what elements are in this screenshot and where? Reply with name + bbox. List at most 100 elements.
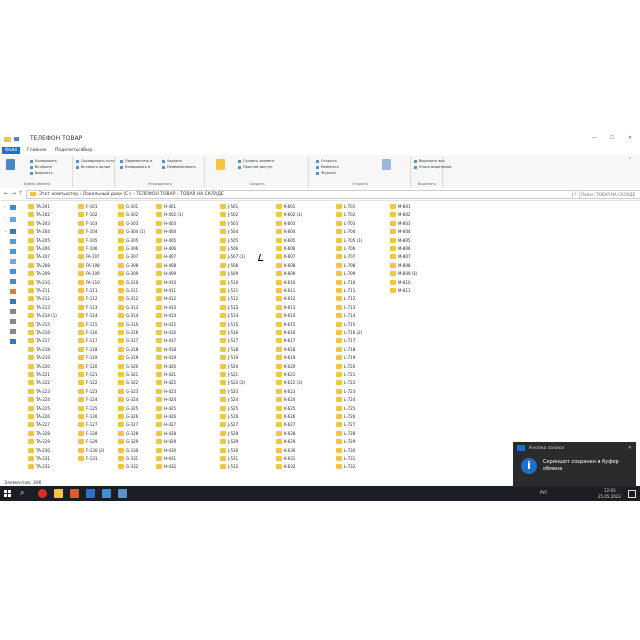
folder-item[interactable]: M-805 [390,237,411,244]
folder-item[interactable]: F-116 [78,329,97,336]
tray-time[interactable]: 12:03 [604,488,616,493]
folder-item[interactable]: TA-212 [28,295,50,302]
folder-item[interactable]: G-314 [118,312,138,319]
ribbon-easy-access[interactable]: Простой доступ [238,165,272,170]
toast-notification[interactable]: Кнопка записи ✕ i Скриншот сохранен в бу… [513,442,636,487]
folder-item[interactable]: M-810 [390,279,411,286]
folder-item[interactable]: J-532 [220,463,238,470]
folder-item[interactable]: TA-201 [28,203,50,210]
search-icon[interactable]: ⌕ [20,488,24,498]
folder-item[interactable]: L-726 [336,413,355,420]
quick-access-expand-icon[interactable]: › [4,204,6,209]
folder-item[interactable]: J-512 [220,295,238,302]
back-arrow-icon[interactable]: ← [4,190,9,197]
folder-item[interactable]: L-719 [336,354,355,361]
folder-item[interactable]: J-507 (1) [220,253,245,260]
folder-item[interactable]: G-308 [118,262,138,269]
folder-item[interactable]: K-604 [276,228,295,235]
folder-item[interactable]: F-129 [78,438,97,445]
folder-item[interactable]: TA-219 [28,354,50,361]
folder-item[interactable]: FA-108 [78,262,100,269]
folder-item[interactable]: TA-218 [28,346,50,353]
folder-item[interactable]: J-501 [220,203,238,210]
folder-item[interactable]: L-722 [336,379,355,386]
folder-item[interactable]: G-323 [118,388,138,395]
ribbon-collapse-icon[interactable]: ⌃ [628,157,632,163]
folder-item[interactable]: H-431 [156,455,176,462]
folder-item[interactable]: L-725 [336,405,355,412]
folder-item[interactable]: K-621 [276,371,295,378]
folder-item[interactable]: H-419 [156,354,176,361]
drive-e-icon[interactable] [10,329,16,334]
folder-item[interactable]: TA-203 [28,220,50,227]
folder-item[interactable]: K-615 [276,321,295,328]
folder-item[interactable]: K-631 [276,455,295,462]
video-icon[interactable] [10,249,16,254]
folder-item[interactable]: L-721 [336,371,355,378]
folder-item[interactable]: TA-205 [28,237,50,244]
folder-item[interactable]: M-808 [390,262,411,269]
folder-item[interactable]: J-511 [220,287,238,294]
folder-item[interactable]: L-703 [336,220,355,227]
new-folder-icon[interactable] [216,159,225,170]
address-input[interactable]: Этот компьютер › Локальный диск (C:) › Т… [26,190,580,199]
folder-item[interactable]: K-614 [276,312,295,319]
folder-item[interactable]: K-625 [276,405,295,412]
folder-item[interactable]: J-529 [220,438,238,445]
chrome-icon[interactable] [38,489,47,498]
folder-item[interactable]: H-410 [156,279,176,286]
pictures-icon[interactable] [10,279,16,284]
ribbon-history[interactable]: Журнал [316,171,336,176]
star-icon[interactable] [10,205,16,210]
folder-item[interactable]: G-302 [118,211,138,218]
folder-item[interactable]: G-316 [118,329,138,336]
folder-item[interactable]: H-421 [156,371,176,378]
folder-item[interactable]: L-709 [336,270,355,277]
folder-item[interactable]: F-130 (2) [78,447,104,454]
menu-view[interactable]: Вид [80,147,95,154]
folder-item[interactable]: J-524 [220,396,238,403]
folder-item[interactable]: H-429 [156,438,176,445]
documents-icon[interactable] [10,259,16,264]
properties-icon[interactable] [382,159,391,170]
folder-item[interactable]: G-324 [118,396,138,403]
folder-item[interactable]: G-320 [118,363,138,370]
folder-item[interactable]: K-605 [276,237,295,244]
folder-item[interactable]: K-609 [276,270,295,277]
folder-item[interactable]: H-432 [156,463,176,470]
folder-item[interactable]: J-522 (2) [220,379,245,386]
forward-arrow-icon[interactable]: → [11,190,16,197]
windows-start-icon[interactable] [4,490,11,497]
folder-item[interactable]: J-506 [220,245,238,252]
ribbon-paste[interactable]: Вставить [30,165,52,170]
folder-item[interactable]: G-315 [118,321,138,328]
ribbon-new-item[interactable]: Создать элемент [238,159,275,164]
folder-item[interactable]: F-111 [78,287,97,294]
folder-item[interactable]: F-113 [78,304,97,311]
folder-item[interactable]: K-613 [276,304,295,311]
folder-item[interactable]: K-607 [276,253,295,260]
ribbon-copy-to[interactable]: Копировать в [120,165,150,170]
folder-item[interactable]: M-811 [390,287,411,294]
ribbon-select-none[interactable]: Снять выделение [414,165,452,170]
folder-item[interactable]: G-312 [118,295,138,302]
folder-item[interactable]: F-125 [78,405,97,412]
folder-item[interactable]: J-502 [220,211,238,218]
folder-item[interactable]: J-513 [220,304,238,311]
ribbon-move-to[interactable]: Переместить в [120,159,152,164]
folder-item[interactable]: F-131 [78,455,97,462]
folder-item[interactable]: M-806 [390,245,411,252]
folder-item[interactable]: L-711 [336,287,355,294]
folder-item[interactable]: TA-211 [28,287,50,294]
notification-icon[interactable] [628,490,636,498]
folder-item[interactable]: J-523 [220,388,238,395]
folder-item[interactable]: H-428 [156,430,176,437]
folder-item[interactable]: L-708 [336,262,355,269]
folder-item[interactable]: TA-227 [28,421,50,428]
folder-item[interactable]: K-608 [276,262,295,269]
folder-item[interactable]: H-414 [156,312,176,319]
folder-item[interactable]: TA-216 [28,329,50,336]
folder-item[interactable]: H-427 [156,421,176,428]
folder-item[interactable]: L-727 [336,421,355,428]
folder-item[interactable]: F-127 [78,421,97,428]
